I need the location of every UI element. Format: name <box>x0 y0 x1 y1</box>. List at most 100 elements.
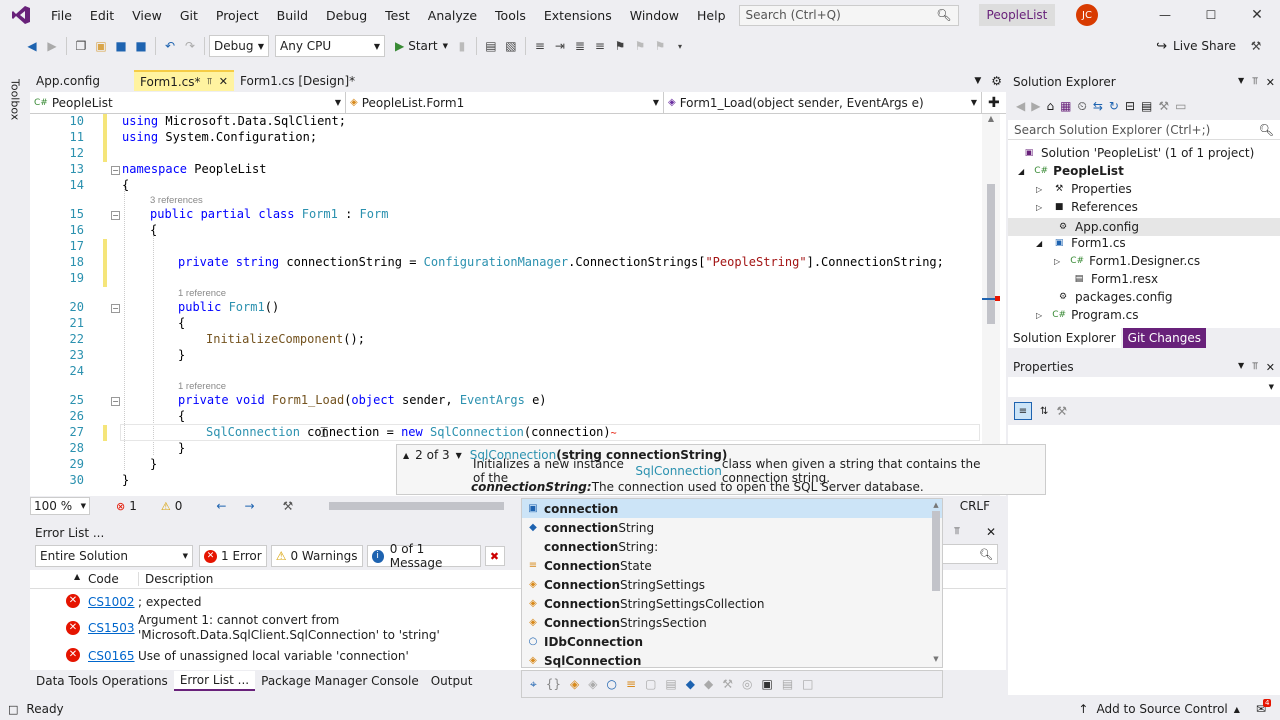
tree-project[interactable]: ◢ C# PeopleList <box>1018 164 1124 178</box>
interface-filter-icon[interactable]: ○ <box>607 677 617 691</box>
completion-item[interactable]: ◈ Connection StringsSection <box>522 613 942 632</box>
cleanup-icon[interactable]: ⚒ <box>283 499 294 513</box>
project-dropdown[interactable]: C# PeopleList ▼ <box>30 92 346 113</box>
menu-analyze[interactable]: Analyze <box>419 0 486 30</box>
tab-error-list[interactable]: Error List ... <box>173 671 256 691</box>
close-tab-icon[interactable]: ✕ <box>219 75 228 88</box>
browse-icon[interactable]: ▤ <box>481 36 501 56</box>
chevron-down-icon[interactable]: ▼ <box>1238 361 1244 374</box>
completion-item[interactable]: connection String: <box>522 537 942 556</box>
open-folder-icon[interactable]: ▣ <box>91 36 111 56</box>
tree-item-form1-resx[interactable]: ▤ Form1.resx <box>1072 272 1158 286</box>
menu-project[interactable]: Project <box>207 0 268 30</box>
menu-help[interactable]: Help <box>688 0 735 30</box>
pending-changes-icon[interactable]: ⏲ <box>1077 99 1086 114</box>
warnings-filter-button[interactable]: ⚠ 0 Warnings <box>270 545 363 567</box>
menu-view[interactable]: View <box>123 0 171 30</box>
tree-item-form1-cs[interactable]: ◢ ▣ Form1.cs <box>1036 236 1126 250</box>
comment-icon[interactable]: ≡ <box>590 36 610 56</box>
tree-solution[interactable]: ▣ Solution 'PeopleList' (1 of 1 project) <box>1022 146 1255 160</box>
property-pages-icon[interactable]: ⚒ <box>1056 404 1067 418</box>
minimize-icon[interactable]: — <box>1142 8 1188 22</box>
new-project-icon[interactable]: ❐ <box>71 36 91 56</box>
menu-test[interactable]: Test <box>376 0 419 30</box>
completion-item[interactable]: ◆ connection String <box>522 518 942 537</box>
avatar[interactable]: JC <box>1076 4 1098 26</box>
config-dropdown[interactable]: Debug ▼ <box>209 35 269 57</box>
tree-item-form1-designer[interactable]: ▷ C# Form1.Designer.cs <box>1054 254 1200 268</box>
tree-item-packages-config[interactable]: ⚙ packages.config <box>1056 290 1173 304</box>
scope-dropdown[interactable]: Entire Solution ▼ <box>35 545 193 567</box>
filter-icon[interactable]: ✖ <box>484 546 505 566</box>
tab-app-config[interactable]: App.config <box>30 70 134 91</box>
expander-icon[interactable]: ⌖ <box>530 677 537 692</box>
home-icon[interactable]: ⌂ <box>1046 99 1054 113</box>
constant-filter-icon[interactable]: ◆ <box>686 677 695 691</box>
sort-icon[interactable]: ▲ <box>74 572 80 581</box>
tree-item-references[interactable]: ▷ ■ References <box>1036 200 1138 214</box>
tab-solution-explorer[interactable]: Solution Explorer <box>1008 328 1121 348</box>
alphabetical-icon[interactable]: ⇅ <box>1040 406 1048 417</box>
back-icon[interactable]: ◀ <box>1016 99 1025 113</box>
search-error-list-box[interactable]: 🔍︎ <box>942 544 998 564</box>
switch-views-icon[interactable]: ▦ <box>1060 99 1071 113</box>
menu-tools[interactable]: Tools <box>486 0 535 30</box>
member-dropdown[interactable]: ◈ Form1_Load(object sender, EventArgs e) … <box>664 92 982 113</box>
notifications-icon[interactable]: ✉ 4 <box>1256 699 1272 716</box>
code-editor[interactable]: 10 11 12 13 14 15 16 17 18 19 20 21 22 2… <box>30 114 1006 496</box>
scroll-down-icon[interactable]: ▼ <box>932 655 940 663</box>
tab-package-manager-console[interactable]: Package Manager Console <box>255 671 425 691</box>
references-codelens[interactable]: 1 reference <box>178 288 226 299</box>
tab-output[interactable]: Output <box>425 671 479 691</box>
menu-build[interactable]: Build <box>268 0 317 30</box>
close-icon[interactable]: ✕ <box>1234 7 1280 23</box>
close-panel-icon[interactable]: ✕ <box>1266 76 1275 89</box>
nav-forward-icon[interactable]: → <box>244 499 254 513</box>
menu-file[interactable]: File <box>42 0 81 30</box>
tab-git-changes[interactable]: Git Changes <box>1122 328 1207 348</box>
search-box[interactable]: Search (Ctrl+Q) 🔍︎ <box>738 4 959 26</box>
pin-icon[interactable]: ⫪ <box>207 77 212 87</box>
menu-extensions[interactable]: Extensions <box>535 0 621 30</box>
tree-item-app-config[interactable]: ⚙ App.config <box>1008 218 1280 236</box>
properties-icon[interactable]: ⚒ <box>1158 99 1169 113</box>
references-codelens[interactable]: 3 references <box>150 195 203 206</box>
tab-form1-design[interactable]: Form1.cs [Design]* <box>234 70 374 91</box>
bookmark-prev-icon[interactable]: ⚑ <box>630 36 650 56</box>
save-all-icon[interactable]: ■ <box>131 36 151 56</box>
live-share-button[interactable]: ↪ Live Share <box>1156 39 1236 54</box>
feedback-icon[interactable]: ⚒ <box>1246 36 1266 56</box>
completion-item[interactable]: ◈ Connection StringSettings <box>522 575 942 594</box>
completion-scrollbar[interactable]: ▲ ▼ <box>932 501 940 665</box>
completion-item[interactable]: ○ IDbConnection <box>522 632 942 651</box>
horizontal-scrollbar[interactable] <box>329 502 505 510</box>
class-filter-icon[interactable]: ◈ <box>570 677 579 691</box>
chevron-down-icon[interactable]: ▼ <box>1238 76 1244 89</box>
error-code[interactable]: CS0165 <box>88 649 135 663</box>
pin-icon[interactable]: ⫪ <box>1252 361 1258 374</box>
menu-edit[interactable]: Edit <box>81 0 123 30</box>
undo-icon[interactable]: ↶ <box>160 36 180 56</box>
tab-data-tools-operations[interactable]: Data Tools Operations <box>30 671 174 691</box>
class-dropdown[interactable]: ◈ PeopleList.Form1 ▼ <box>346 92 664 113</box>
collapse-all-icon[interactable]: ⊟ <box>1125 99 1135 113</box>
format-icon[interactable]: ≣ <box>570 36 590 56</box>
local-filter-icon[interactable]: ▣ <box>761 677 772 691</box>
collapse-icon[interactable]: − <box>111 211 120 220</box>
forward-icon[interactable]: ▶ <box>42 36 62 56</box>
error-code[interactable]: CS1002 <box>88 595 135 609</box>
collapse-icon[interactable]: − <box>111 304 120 313</box>
zoom-dropdown[interactable]: 100 % ▼ <box>30 497 90 515</box>
tab-overflow-icon[interactable]: ▼ <box>974 76 981 86</box>
event-filter-icon[interactable]: ◎ <box>742 677 752 691</box>
menu-window[interactable]: Window <box>621 0 688 30</box>
pin-icon[interactable]: ⫪ <box>954 526 960 537</box>
nav-back-icon[interactable]: ← <box>216 499 226 513</box>
refresh-icon[interactable]: ↻ <box>1109 99 1119 113</box>
completion-item[interactable]: ◈ Connection StringSettingsCollection <box>522 594 942 613</box>
intellisense-completion-list[interactable]: ▣ connection ◆ connection String connection… <box>521 498 943 668</box>
references-codelens[interactable]: 1 reference <box>178 381 226 392</box>
tree-item-program-cs[interactable]: ▷ C# Program.cs <box>1036 308 1138 322</box>
indent-icon[interactable]: ⇥ <box>550 36 570 56</box>
gear-icon[interactable]: ⚙ <box>991 74 1002 88</box>
